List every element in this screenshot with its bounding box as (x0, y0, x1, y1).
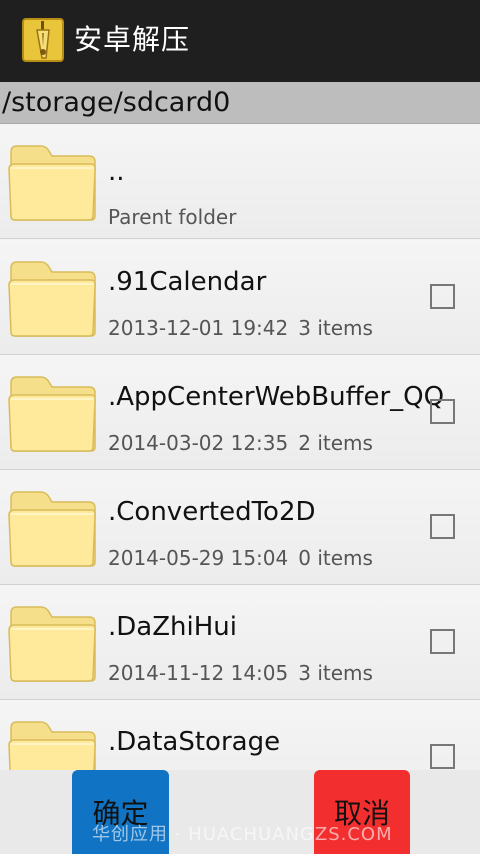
folder-icon (8, 606, 96, 682)
item-name: .DaZhiHui (108, 612, 237, 642)
cancel-button[interactable]: 取消 (314, 770, 410, 854)
folder-icon (8, 721, 96, 770)
current-path: /storage/sdcard0 (2, 87, 231, 118)
item-date: 2014-03-02 12:35 (108, 431, 289, 455)
item-subtitle: Parent folder (108, 205, 237, 229)
list-item-convertedto2d[interactable]: .ConvertedTo2D 2014-05-29 15:04 0 items (0, 470, 480, 585)
item-details: 2014-05-29 15:04 0 items (108, 545, 373, 571)
item-details: 2013-12-01 19:42 3 items (108, 315, 373, 341)
list-item-appcenterwebbuffer-qq[interactable]: .AppCenterWebBuffer_QQ 2014-03-02 12:35 2… (0, 355, 480, 470)
item-name: .91Calendar (108, 267, 267, 297)
item-count: 2 items (298, 431, 373, 455)
folder-icon (8, 376, 96, 452)
list-item-datastorage[interactable]: .DataStorage (0, 700, 480, 770)
list-item-91calendar[interactable]: .91Calendar 2013-12-01 19:42 3 items (0, 240, 480, 355)
zip-archive-icon[interactable] (22, 18, 64, 62)
folder-icon (8, 261, 96, 337)
file-list[interactable]: .. Parent folder .91Calendar 2013-12-01 … (0, 124, 480, 770)
app-title: 安卓解压 (74, 23, 191, 56)
list-item-parent-folder[interactable]: .. Parent folder (0, 124, 480, 239)
item-checkbox[interactable] (430, 514, 455, 539)
item-checkbox[interactable] (430, 284, 455, 309)
item-details: 2014-11-12 14:05 3 items (108, 660, 373, 686)
folder-icon (8, 145, 96, 221)
item-details: 2014-03-02 12:35 2 items (108, 430, 373, 456)
confirm-button[interactable]: 确定 (72, 770, 169, 854)
item-name: .. (108, 157, 125, 187)
item-date: 2014-11-12 14:05 (108, 661, 289, 685)
action-bar: 安卓解压 (0, 0, 480, 82)
item-checkbox[interactable] (430, 399, 455, 424)
folder-icon (8, 491, 96, 567)
item-date: 2013-12-01 19:42 (108, 316, 289, 340)
item-checkbox[interactable] (430, 629, 455, 654)
item-checkbox[interactable] (430, 744, 455, 769)
item-name: .AppCenterWebBuffer_QQ (108, 382, 445, 412)
path-bar: /storage/sdcard0 (0, 82, 480, 124)
item-count: 0 items (298, 546, 373, 570)
list-item-dazhihui[interactable]: .DaZhiHui 2014-11-12 14:05 3 items (0, 585, 480, 700)
item-name: .DataStorage (108, 727, 281, 757)
item-count: 3 items (298, 661, 373, 685)
item-count: 3 items (298, 316, 373, 340)
bottom-button-bar: 确定 取消 (0, 770, 480, 854)
item-date: 2014-05-29 15:04 (108, 546, 289, 570)
item-name: .ConvertedTo2D (108, 497, 316, 527)
